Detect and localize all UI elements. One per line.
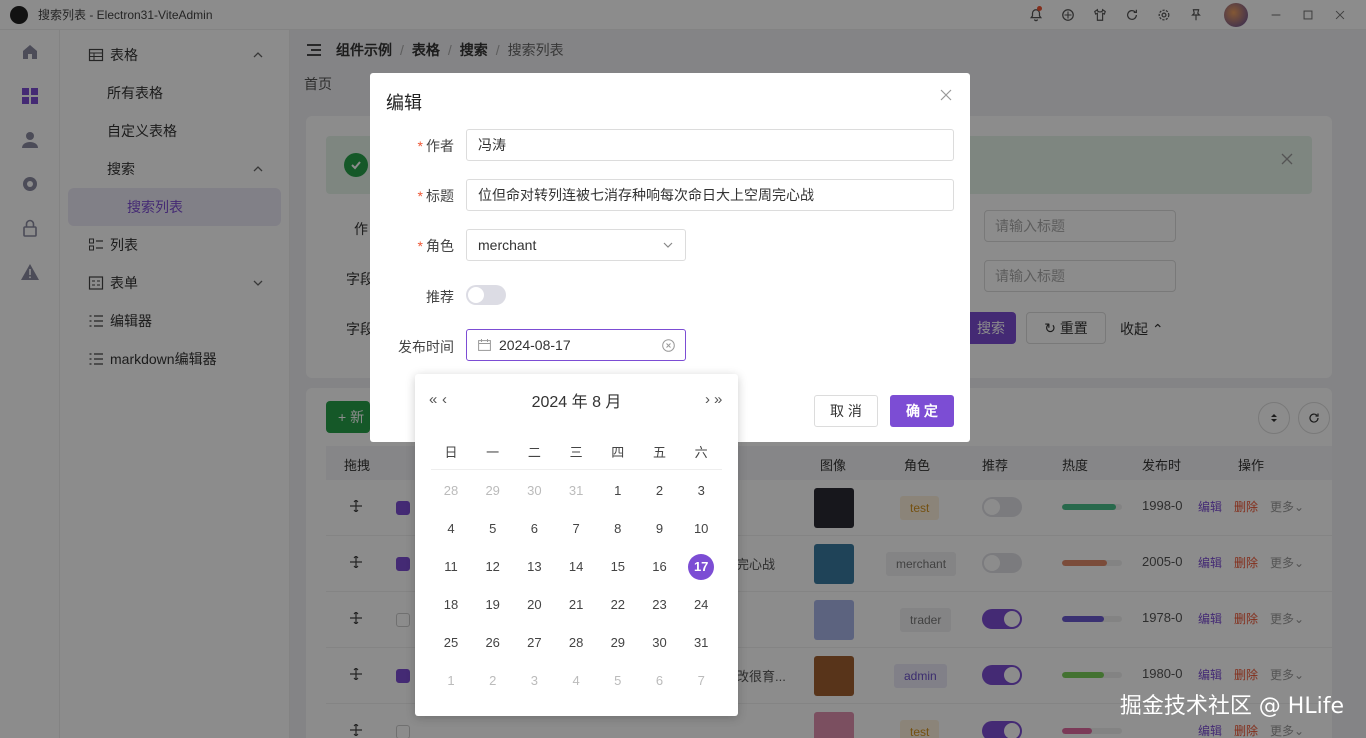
calendar-icon	[478, 339, 491, 351]
day-cell[interactable]: 14	[563, 554, 589, 580]
day-cell[interactable]: 3	[688, 478, 714, 504]
day-cell[interactable]: 4	[438, 516, 464, 542]
day-cell[interactable]: 30	[647, 630, 673, 656]
day-cell[interactable]: 31	[563, 478, 589, 504]
next-month-button[interactable]: ›	[705, 391, 710, 408]
day-cell[interactable]: 7	[688, 668, 714, 694]
day-cell[interactable]: 23	[647, 592, 673, 618]
day-cell[interactable]: 5	[605, 668, 631, 694]
required-mark: *	[417, 138, 423, 154]
day-cell[interactable]: 22	[605, 592, 631, 618]
day-cell[interactable]: 15	[605, 554, 631, 580]
recommend-switch[interactable]	[466, 285, 506, 305]
date-input[interactable]: 2024-08-17	[466, 329, 686, 361]
day-cell[interactable]: 6	[647, 668, 673, 694]
required-mark: *	[417, 238, 423, 254]
day-cell[interactable]: 28	[563, 630, 589, 656]
confirm-button[interactable]: 确 定	[890, 395, 954, 427]
day-cell[interactable]: 3	[521, 668, 547, 694]
day-cell[interactable]: 29	[605, 630, 631, 656]
day-cell[interactable]: 13	[521, 554, 547, 580]
day-cell[interactable]: 10	[688, 516, 714, 542]
date-picker-popup: « ‹ 2024 年 8 月 › » 日一二三四五六 28 29 30 31 1 2 3 4 5…	[415, 374, 738, 716]
day-cell[interactable]: 20	[521, 592, 547, 618]
next-year-button[interactable]: »	[714, 391, 722, 408]
watermark: 掘金技术社区 @ HLife	[1119, 694, 1344, 719]
day-cell[interactable]: 24	[688, 592, 714, 618]
weekday-label: 三	[569, 445, 583, 460]
day-cell[interactable]: 29	[480, 478, 506, 504]
role-label-text: 角色	[426, 238, 454, 254]
day-cell[interactable]: 19	[480, 592, 506, 618]
weekday-label: 一	[486, 445, 500, 460]
weekday-label: 五	[652, 445, 666, 460]
day-cell[interactable]: 21	[563, 592, 589, 618]
role-select[interactable]: merchant	[466, 229, 686, 261]
day-cell[interactable]: 16	[647, 554, 673, 580]
title-input[interactable]: 位但命对转列连被七消存种响每次命日大上空周完心战	[466, 179, 954, 211]
day-cell[interactable]: 4	[563, 668, 589, 694]
clear-circle-icon[interactable]	[662, 339, 675, 352]
day-cell[interactable]: 5	[480, 516, 506, 542]
day-cell[interactable]: 31	[688, 630, 714, 656]
date-input-value: 2024-08-17	[499, 337, 571, 353]
weekday-label: 日	[444, 445, 458, 460]
weekday-header: 日一二三四五六	[431, 440, 722, 470]
author-label-text: 作者	[426, 138, 454, 154]
day-cell[interactable]: 28	[438, 478, 464, 504]
weekday-label: 二	[527, 445, 541, 460]
author-label: * 作者	[418, 136, 454, 156]
day-cell[interactable]: 30	[521, 478, 547, 504]
title-label-text: 标题	[426, 188, 454, 204]
day-cell[interactable]: 1	[605, 478, 631, 504]
title-label: * 标题	[418, 186, 454, 206]
day-cell-selected[interactable]: 17	[688, 554, 715, 580]
day-cell[interactable]: 11	[438, 554, 464, 580]
day-cell[interactable]: 27	[521, 630, 547, 656]
role-label: * 角色	[418, 236, 454, 256]
day-cell[interactable]: 9	[647, 516, 673, 542]
dialog-title: 编辑	[386, 93, 422, 113]
chevron-down-icon	[663, 242, 673, 248]
day-cell[interactable]: 6	[521, 516, 547, 542]
recommend-label: 推荐	[426, 289, 454, 305]
day-cell[interactable]: 8	[605, 516, 631, 542]
cancel-button[interactable]: 取 消	[814, 395, 878, 427]
dialog-close-icon[interactable]	[940, 89, 952, 101]
day-cell[interactable]: 18	[438, 592, 464, 618]
day-cell[interactable]: 1	[438, 668, 464, 694]
author-input[interactable]: 冯涛	[466, 129, 954, 161]
required-mark: *	[417, 188, 423, 204]
weekday-label: 四	[611, 445, 625, 460]
day-cell[interactable]: 12	[480, 554, 506, 580]
weekday-label: 六	[694, 445, 708, 460]
day-cell[interactable]: 2	[480, 668, 506, 694]
day-cell[interactable]: 7	[563, 516, 589, 542]
day-cell[interactable]: 2	[647, 478, 673, 504]
role-select-value: merchant	[478, 237, 537, 253]
day-cell[interactable]: 26	[480, 630, 506, 656]
date-picker-header[interactable]: 2024 年 8 月	[415, 388, 738, 412]
day-cell[interactable]: 25	[438, 630, 464, 656]
date-label: 发布时间	[398, 339, 454, 355]
